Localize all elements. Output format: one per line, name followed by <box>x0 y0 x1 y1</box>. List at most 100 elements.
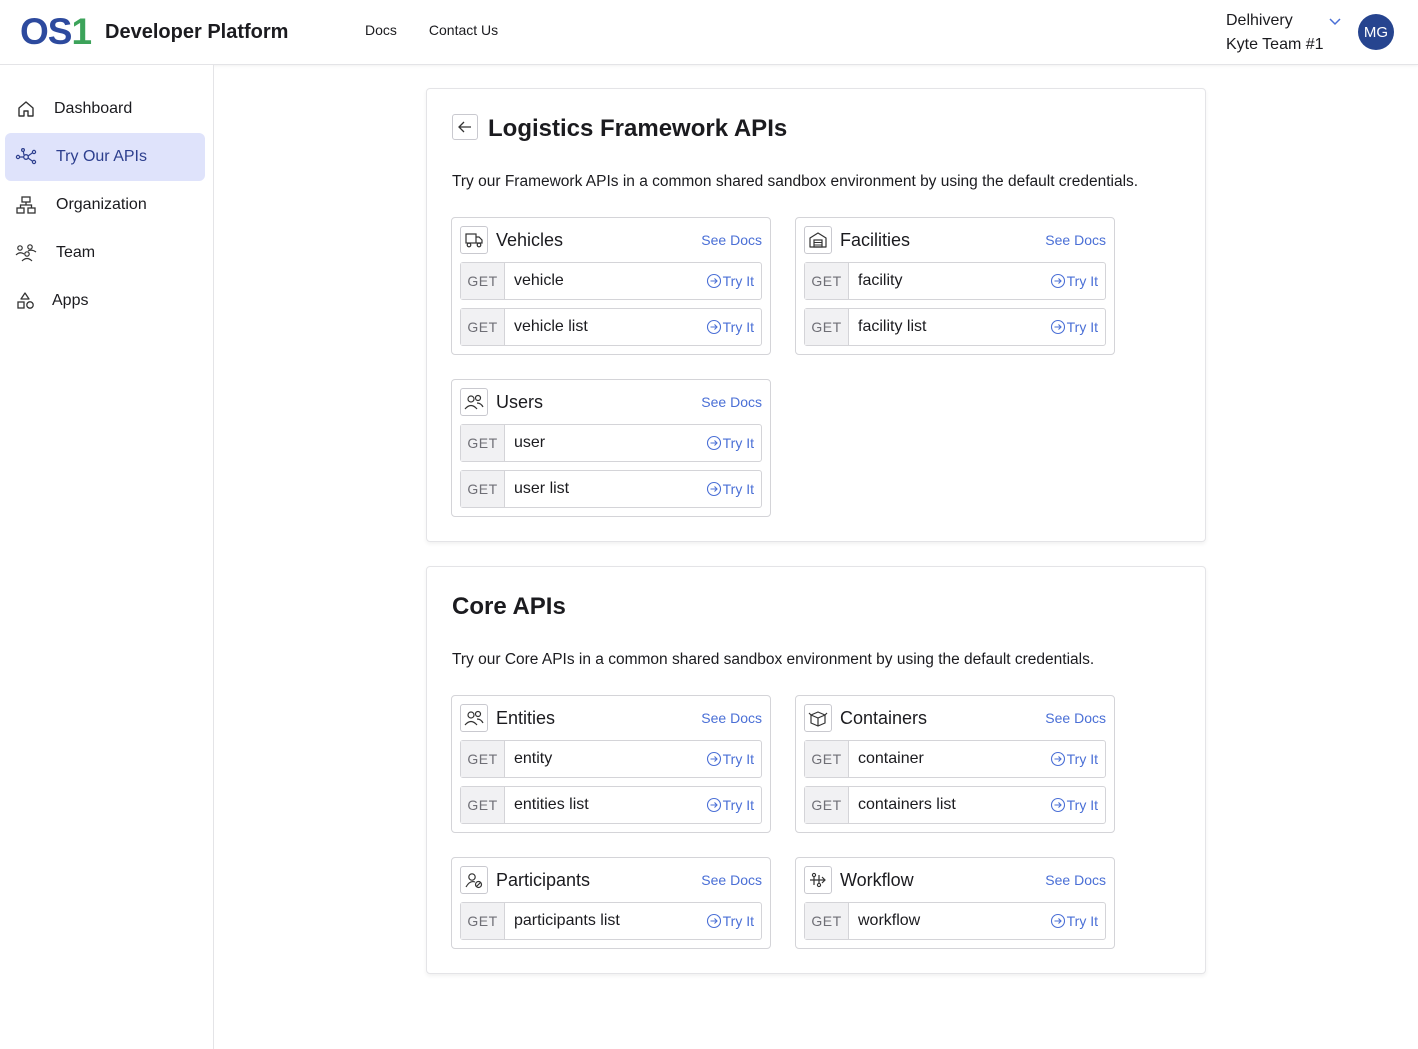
try-it-label: Try It <box>722 751 754 767</box>
see-docs-link[interactable]: See Docs <box>1045 709 1106 727</box>
try-it-button[interactable]: Try It <box>706 913 754 929</box>
endpoint-row[interactable]: GET entity Try It <box>460 740 762 778</box>
tenant-team: Kyte Team #1 <box>1226 36 1324 53</box>
endpoint-name: workflow <box>858 912 921 929</box>
endpoint-name: container <box>858 750 924 767</box>
sidebar-item-apps[interactable]: Apps <box>5 277 205 325</box>
http-method: GET <box>461 903 505 939</box>
users-icon <box>460 704 488 732</box>
sidebar-item-label: Team <box>56 244 96 261</box>
section-description: Try our Core APIs in a common shared san… <box>452 651 1095 668</box>
sidebar-item-try-apis[interactable]: Try Our APIs <box>5 133 205 181</box>
try-it-button[interactable]: Try It <box>706 797 754 813</box>
chevron-down-icon[interactable] <box>1327 16 1343 28</box>
try-it-label: Try It <box>1066 273 1098 289</box>
endpoint-name: vehicle list <box>514 318 588 335</box>
try-arrow-icon <box>1050 319 1065 335</box>
endpoint-row[interactable]: GET participants list Try It <box>460 902 762 940</box>
avatar[interactable]: MG <box>1358 14 1394 50</box>
api-card-entities: Entities See Docs GET entity Try It GET … <box>451 695 771 833</box>
endpoint-row[interactable]: GET container Try It <box>804 740 1106 778</box>
sidebar-item-team[interactable]: Team <box>5 229 205 277</box>
sidebar: Dashboard Try Our APIs Organization Team <box>0 65 214 1049</box>
see-docs-link[interactable]: See Docs <box>701 393 762 411</box>
http-method: GET <box>805 263 849 299</box>
try-it-button[interactable]: Try It <box>706 751 754 767</box>
card-title: Participants <box>496 870 591 890</box>
endpoint-name: facility list <box>858 318 927 335</box>
try-arrow-icon <box>706 319 721 335</box>
card-title: Containers <box>840 708 928 728</box>
see-docs-link[interactable]: See Docs <box>1045 231 1106 249</box>
shapes-icon <box>17 292 34 309</box>
try-it-label: Try It <box>1066 797 1098 813</box>
see-docs-link[interactable]: See Docs <box>701 709 762 727</box>
tenant-selector[interactable]: Delhivery Kyte Team #1 <box>1226 9 1324 57</box>
http-method: GET <box>805 741 849 777</box>
endpoint-name: vehicle <box>514 272 564 289</box>
try-it-button[interactable]: Try It <box>706 319 754 335</box>
api-card-workflow: Workflow See Docs GET workflow Try It <box>795 857 1115 949</box>
top-header: OS 1 Developer Platform Docs Contact Us … <box>0 0 1418 65</box>
back-button[interactable] <box>452 114 478 140</box>
try-arrow-icon <box>706 751 721 767</box>
sidebar-item-dashboard[interactable]: Dashboard <box>5 85 205 133</box>
logo[interactable]: OS 1 Developer Platform <box>20 13 288 51</box>
sidebar-item-label: Dashboard <box>54 100 133 117</box>
try-it-label: Try It <box>722 319 754 335</box>
endpoint-row[interactable]: GET vehicle Try It <box>460 262 762 300</box>
sidebar-item-label: Try Our APIs <box>56 148 147 165</box>
endpoint-row[interactable]: GET workflow Try It <box>804 902 1106 940</box>
try-arrow-icon <box>706 435 721 451</box>
warehouse-icon <box>804 226 832 254</box>
api-card-vehicles: Vehicles See Docs GET vehicle Try It GET… <box>451 217 771 355</box>
arrow-left-icon <box>458 121 471 133</box>
endpoint-row[interactable]: GET user list Try It <box>460 470 762 508</box>
see-docs-link[interactable]: See Docs <box>1045 871 1106 889</box>
http-method: GET <box>461 741 505 777</box>
http-method: GET <box>461 787 505 823</box>
try-it-button[interactable]: Try It <box>1050 751 1098 767</box>
endpoint-name: entities list <box>514 796 589 813</box>
team-icon <box>15 244 37 262</box>
try-arrow-icon <box>1050 273 1065 289</box>
http-method: GET <box>805 309 849 345</box>
endpoint-name: entity <box>514 750 553 767</box>
see-docs-link[interactable]: See Docs <box>701 871 762 889</box>
logistics-apis-panel: Logistics Framework APIs Try our Framewo… <box>426 88 1206 542</box>
logo-one-text: 1 <box>71 11 92 52</box>
try-it-button[interactable]: Try It <box>1050 273 1098 289</box>
try-it-button[interactable]: Try It <box>1050 797 1098 813</box>
see-docs-link[interactable]: See Docs <box>701 231 762 249</box>
users-icon <box>460 388 488 416</box>
try-it-button[interactable]: Try It <box>706 273 754 289</box>
section-title: Core APIs <box>452 593 566 620</box>
card-title: Facilities <box>840 230 911 250</box>
card-title: Users <box>496 392 544 412</box>
nav-docs-link[interactable]: Docs <box>365 22 397 38</box>
nav-contact-link[interactable]: Contact Us <box>429 22 498 38</box>
http-method: GET <box>461 425 505 461</box>
endpoint-row[interactable]: GET entities list Try It <box>460 786 762 824</box>
truck-icon <box>460 226 488 254</box>
try-it-label: Try It <box>722 273 754 289</box>
endpoint-name: user <box>514 434 546 451</box>
api-card-containers: Containers See Docs GET container Try It… <box>795 695 1115 833</box>
endpoint-row[interactable]: GET facility Try It <box>804 262 1106 300</box>
logo-os-text: OS <box>20 11 72 52</box>
try-it-button[interactable]: Try It <box>1050 319 1098 335</box>
sidebar-item-organization[interactable]: Organization <box>5 181 205 229</box>
participant-icon <box>460 866 488 894</box>
try-it-button[interactable]: Try It <box>706 481 754 497</box>
endpoint-row[interactable]: GET containers list Try It <box>804 786 1106 824</box>
org-chart-icon <box>16 196 36 214</box>
try-arrow-icon <box>706 797 721 813</box>
try-it-button[interactable]: Try It <box>706 435 754 451</box>
api-card-users: Users See Docs GET user Try It GET user … <box>451 379 771 517</box>
try-it-button[interactable]: Try It <box>1050 913 1098 929</box>
endpoint-row[interactable]: GET facility list Try It <box>804 308 1106 346</box>
endpoint-row[interactable]: GET user Try It <box>460 424 762 462</box>
card-title: Workflow <box>840 870 914 890</box>
app-title: Developer Platform <box>105 21 289 43</box>
endpoint-row[interactable]: GET vehicle list Try It <box>460 308 762 346</box>
